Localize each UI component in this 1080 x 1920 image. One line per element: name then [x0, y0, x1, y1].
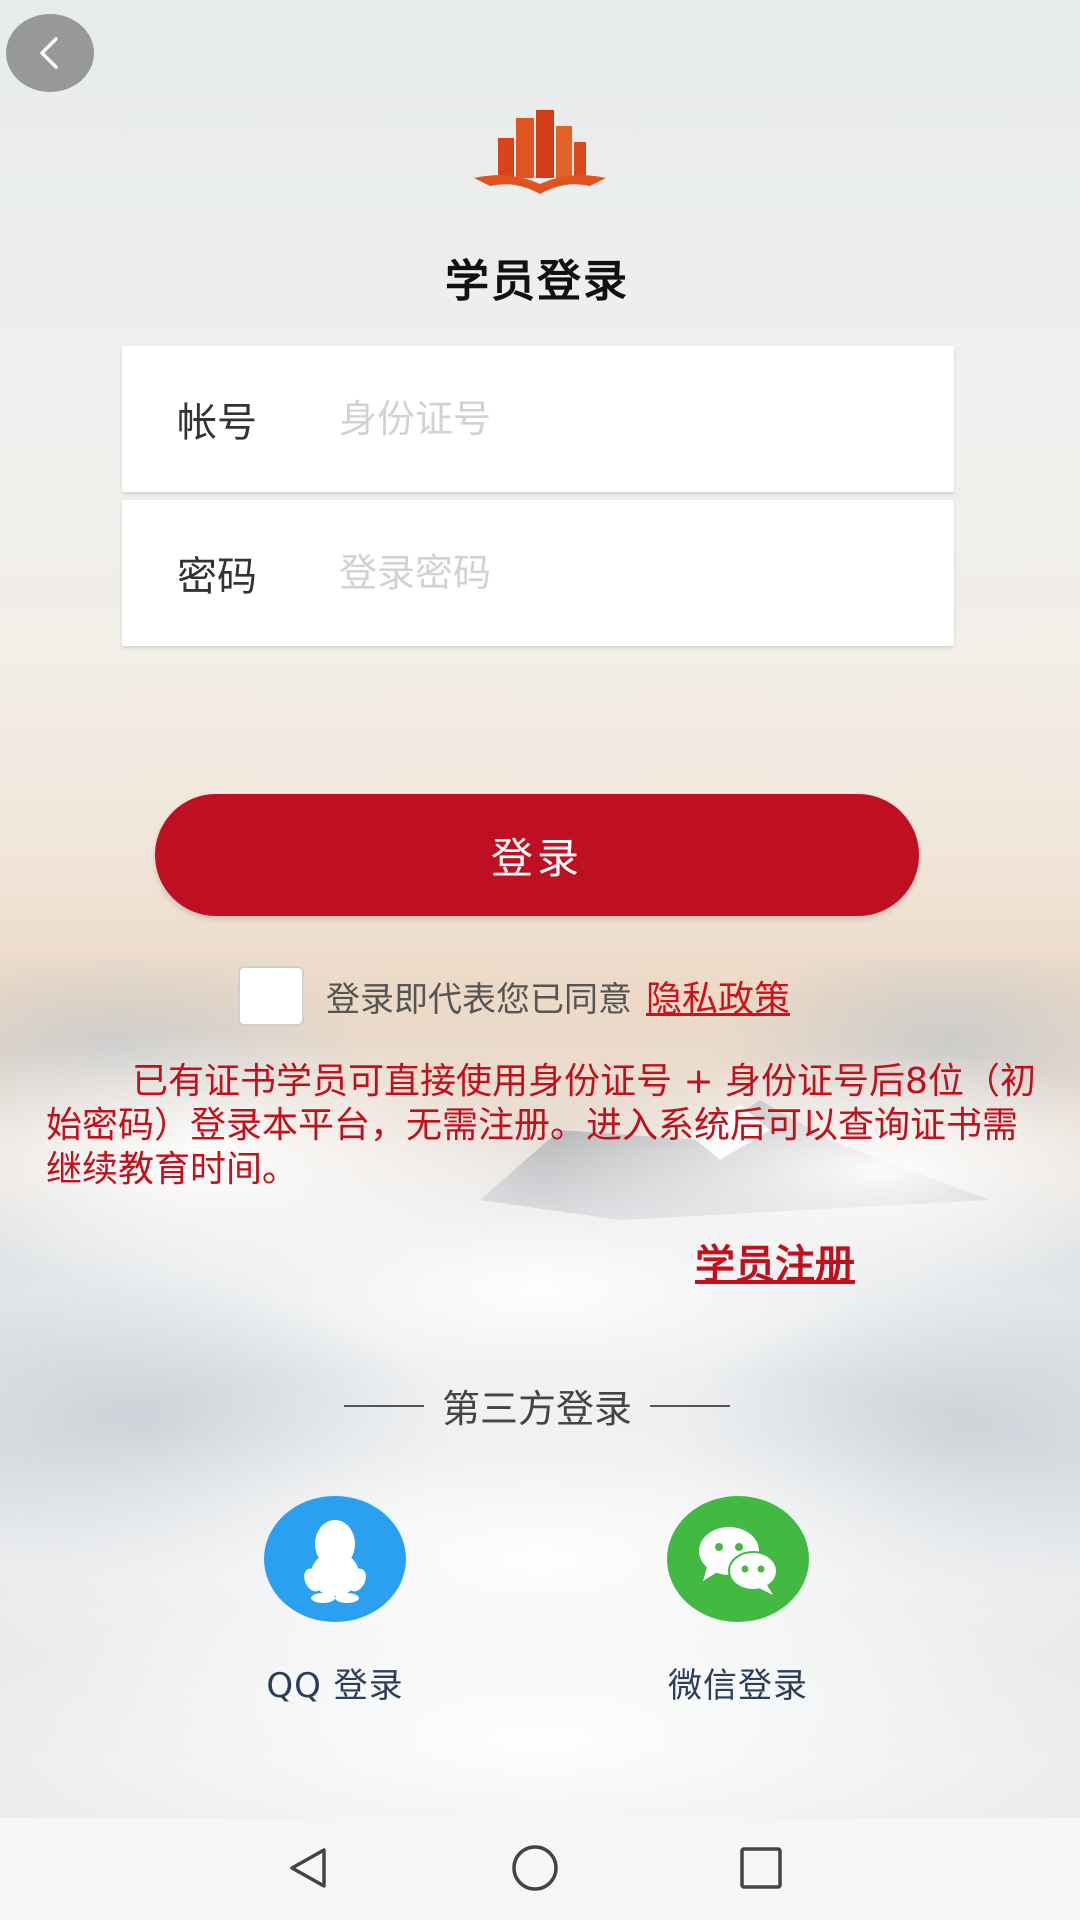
back-button[interactable] [6, 14, 94, 92]
wechat-icon [699, 1527, 778, 1595]
qq-icon-circle [264, 1496, 406, 1622]
square-recents-icon [740, 1847, 782, 1889]
login-button[interactable]: 登录 [155, 794, 919, 916]
building-book-logo [474, 110, 606, 194]
third-party-title: 第三方登录 [0, 1378, 1074, 1433]
qq-penguin-icon [304, 1520, 366, 1603]
nav-recents-button[interactable] [731, 1838, 791, 1898]
page-title: 学员登录 [445, 256, 629, 307]
password-input[interactable] [337, 550, 924, 596]
circle-home-icon [512, 1845, 558, 1891]
password-field: 密码 [122, 500, 954, 646]
login-screen: 学员登录 帐号 密码 登录 登录即代表您已同意 隐私政策 已有证书学员可直接使用… [0, 0, 1080, 1920]
account-label: 帐号 [177, 400, 257, 446]
wechat-login-button[interactable]: 微信登录 [638, 1496, 838, 1707]
login-notice: 已有证书学员可直接使用身份证号 + 身份证号后8位（初始密码）登录本平台，无需注… [46, 1061, 1036, 1190]
privacy-policy-link[interactable]: 隐私政策 [646, 970, 790, 1022]
wechat-login-label: 微信登录 [668, 1666, 808, 1706]
password-label: 密码 [177, 554, 257, 600]
divider-left [343, 1404, 424, 1407]
system-nav-bar [0, 1818, 1080, 1920]
agreement-row: 登录即代表您已同意 隐私政策 [238, 966, 790, 1026]
nav-back-button[interactable] [278, 1838, 338, 1898]
qq-login-label: QQ 登录 [266, 1666, 404, 1706]
third-party-label: 第三方登录 [441, 1387, 632, 1431]
account-field: 帐号 [122, 346, 954, 492]
triangle-back-icon [290, 1848, 326, 1888]
agreement-checkbox[interactable] [238, 966, 304, 1026]
register-link[interactable]: 学员注册 [695, 1232, 855, 1290]
qq-login-button[interactable]: QQ 登录 [235, 1496, 435, 1707]
agreement-text: 登录即代表您已同意 [326, 979, 632, 1020]
account-input[interactable] [337, 396, 924, 442]
wechat-icon-circle [667, 1496, 809, 1622]
chevron-left-icon [40, 37, 58, 69]
nav-home-button[interactable] [505, 1838, 565, 1898]
divider-right [650, 1404, 730, 1407]
